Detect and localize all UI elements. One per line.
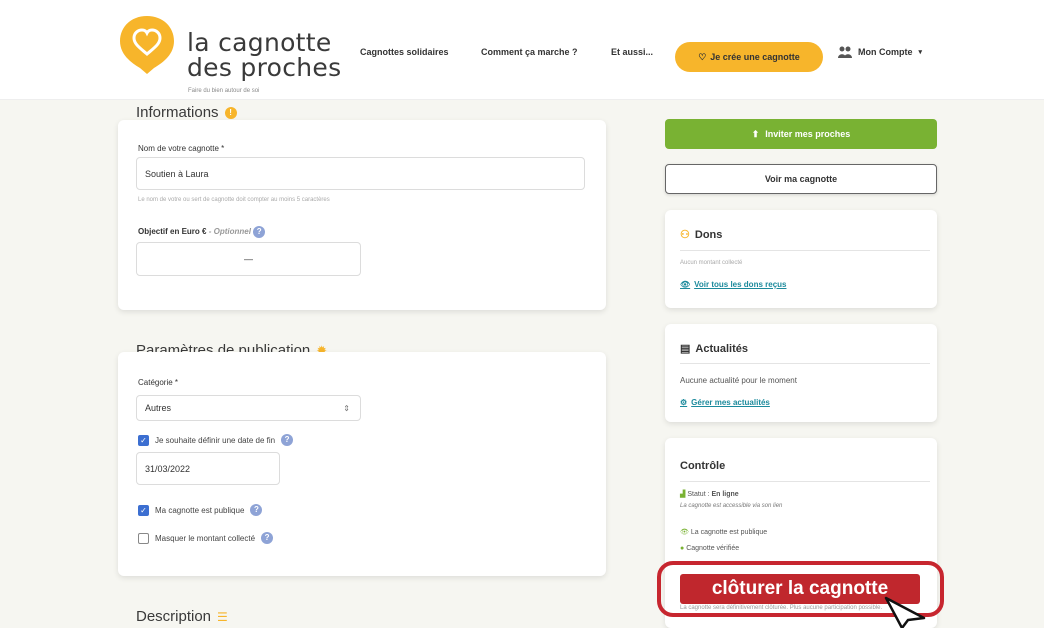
control-title: Contrôle [680,460,726,472]
create-cagnotte-label: Je crée une cagnotte [710,52,800,62]
info-icon: ! [224,106,237,119]
dons-link[interactable]: 👁 Voir tous les dons reçus [680,280,786,289]
invite-button[interactable]: ⬆ Inviter mes proches [665,119,937,149]
view-cagnotte-button[interactable]: Voir ma cagnotte [665,164,937,194]
verified-status-text: Cagnotte vérifiée [686,545,740,552]
category-select[interactable]: Autres ⇕ [136,395,361,421]
invite-label: Inviter mes proches [765,129,851,139]
public-checkbox[interactable]: ✓ [138,504,149,516]
dons-divider [680,250,930,251]
question-icon[interactable]: ? [250,504,263,516]
news-title-text: Actualités [695,342,748,355]
news-card [665,324,937,422]
public-label: Ma cagnotte est publique [155,505,245,515]
heart-icon: ♡ [698,51,707,62]
dons-icon: ⚇ [680,229,690,241]
nav-comment-ca-marche[interactable]: Comment ça marche ? [481,47,578,57]
hide-amount-checkbox-row[interactable]: Masquer le montant collecté ? [138,532,274,544]
heart-logo-icon[interactable] [118,14,176,76]
logo-title[interactable]: la cagnotte des proches [187,30,341,80]
control-divider [680,481,930,482]
public-status-row: 👁 La cagnotte est publique [680,528,767,536]
cursor-icon [884,596,926,628]
section-title-informations: Informations ! [136,104,237,121]
news-divider [680,363,930,364]
verified-status-row: ● Cagnotte vérifiée [680,545,739,552]
question-icon[interactable]: ? [253,226,266,238]
news-empty: Aucune actualité pour le moment [680,376,797,385]
news-title: ▤ Actualités [680,342,748,356]
newspaper-icon: ▤ [680,343,691,355]
end-date-checkbox-row[interactable]: ✓ Je souhaite définir une date de fin ? [138,434,294,446]
account-label: Mon Compte [858,47,913,57]
invite-icon: ⬆ [751,128,760,139]
goal-optional: - Optionnel [208,227,251,237]
status-icon: ▟ [680,491,686,498]
end-date-input[interactable]: 31/03/2022 [136,452,280,485]
site-header: la cagnotte des proches Faire du bien au… [0,0,1044,100]
news-link-text: Gérer mes actualités [691,398,770,407]
end-date-checkbox[interactable]: ✓ [138,434,149,446]
name-label: Nom de votre cagnotte * [138,144,225,153]
public-icon: 👁 [680,529,689,536]
public-checkbox-row[interactable]: ✓ Ma cagnotte est publique ? [138,504,263,516]
chevron-down-icon: ▾ [918,49,923,56]
create-cagnotte-button[interactable]: ♡ Je crée une cagnotte [675,42,823,72]
hide-amount-label: Masquer le montant collecté [155,533,256,543]
question-icon[interactable]: ? [261,532,274,544]
dons-title-text: Dons [694,228,723,241]
eye-icon: 👁 [680,280,691,289]
status-value: En ligne [711,491,739,498]
account-menu[interactable]: Mon Compte ▾ [838,46,922,58]
end-date-label: Je souhaite définir une date de fin [155,435,276,445]
status-label: Statut : [687,491,712,498]
account-icon [838,46,852,58]
category-value: Autres [145,403,172,413]
select-arrows-icon: ⇕ [343,403,350,413]
goal-label: Objectif en Euro € - Optionnel ? [138,226,266,238]
dons-empty: Aucun montant collecté [680,260,743,266]
verified-icon: ● [680,545,685,552]
settings-icon: ⚙ [680,398,688,407]
name-hint: Le nom de votre ou sert de cagnotte doit… [138,197,330,203]
dons-title: ⚇ Dons [680,228,723,242]
informations-title: Informations [136,104,219,121]
section-title-description: Description ☰ [136,608,228,625]
description-icon: ☰ [217,609,228,624]
public-status-text: La cagnotte est publique [690,529,768,536]
description-title: Description [136,608,212,625]
question-icon[interactable]: ? [281,434,294,446]
goal-label-text: Objectif en Euro € [138,227,207,237]
nav-cagnottes-solidaires[interactable]: Cagnottes solidaires [360,47,449,57]
logo-tagline: Faire du bien autour de soi [188,88,260,94]
dons-card [665,210,937,308]
status-sub: La cagnotte est accessible via son lien [680,503,783,509]
dons-link-text: Voir tous les dons reçus [694,280,787,289]
name-input[interactable]: Soutien à Laura [136,157,585,190]
hide-amount-checkbox[interactable] [138,532,149,544]
goal-input[interactable]: — [136,242,361,276]
status-row: ▟ Statut : En ligne [680,490,739,498]
news-link[interactable]: ⚙ Gérer mes actualités [680,398,770,407]
category-label: Catégorie * [138,378,179,387]
nav-et-aussi[interactable]: Et aussi... [611,47,653,57]
